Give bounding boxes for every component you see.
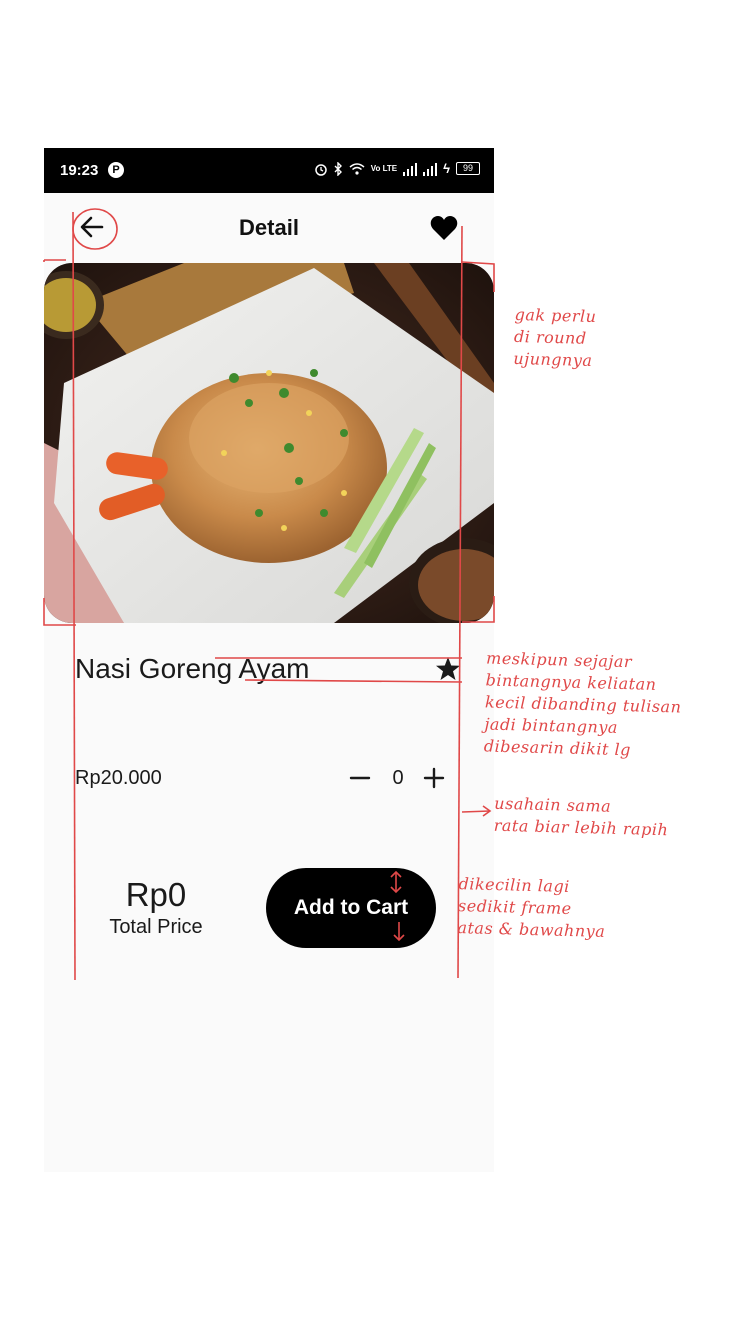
- wifi-icon: [349, 163, 365, 175]
- annotation-line: dibesarin dikit lg: [483, 736, 632, 760]
- decrease-quantity-button[interactable]: [349, 765, 371, 791]
- app-bar: Detail: [44, 193, 494, 263]
- phone-screen: 19:23 P Vo LTE ϟ 99 Detail Nasi Goreng A…: [44, 148, 494, 1172]
- heart-icon: [430, 216, 458, 240]
- status-time: 19:23: [60, 162, 99, 179]
- volte-label: Vo LTE: [370, 163, 398, 173]
- annotation-note-button: dikecilin lagi sedikit frame atas & bawa…: [457, 873, 607, 943]
- annotation-note-align: usahain sama rata biar lebih rapih: [493, 793, 669, 842]
- charging-icon: ϟ: [443, 161, 450, 176]
- total-price-block: Rp0 Total Price: [96, 876, 216, 940]
- annotation-line: atas & bawahnya: [457, 918, 606, 941]
- annotation-note-star: meskipun sejajar bintangnya keliatan kec…: [484, 647, 683, 762]
- annotation-line: ujungnya: [513, 348, 593, 370]
- signal-strength-icon: [403, 162, 418, 176]
- total-price-label: Total Price: [109, 916, 203, 938]
- status-icons: Vo LTE ϟ 99: [314, 161, 480, 176]
- bluetooth-icon: [334, 161, 342, 176]
- signal-strength-icon: [423, 162, 438, 176]
- fried-rice-photo: [44, 263, 494, 623]
- total-price-value: Rp0: [125, 876, 187, 913]
- favorite-button[interactable]: [430, 215, 458, 241]
- annotation-line: rata biar lebih rapih: [493, 815, 669, 840]
- annotation-note-rounding: gak perlu di round ujungnya: [513, 304, 597, 372]
- increase-quantity-button[interactable]: [423, 765, 445, 791]
- battery-icon: 99: [456, 162, 480, 175]
- product-name: Nasi Goreng Ayam: [75, 653, 310, 684]
- annotation-line: gak perlu: [514, 304, 597, 327]
- page-title: Detail: [239, 215, 299, 240]
- star-icon[interactable]: [435, 656, 461, 682]
- quantity-value: 0: [392, 767, 404, 789]
- status-bar: 19:23 P Vo LTE ϟ 99: [44, 148, 494, 193]
- alarm-icon: [314, 163, 327, 176]
- product-price: Rp20.000: [75, 767, 162, 789]
- app-notification-icon: P: [108, 162, 124, 178]
- annotation-line: di round: [513, 326, 587, 348]
- add-to-cart-button[interactable]: Add to Cart: [266, 868, 436, 948]
- product-image: [44, 263, 494, 623]
